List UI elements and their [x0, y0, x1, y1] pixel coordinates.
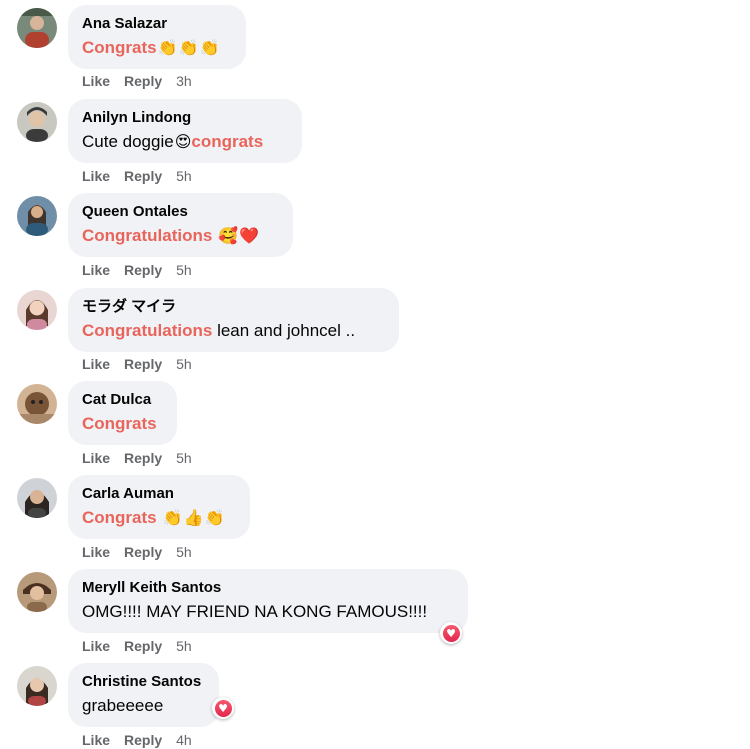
- smiling-face-with-hearts-icon: 🥰: [218, 225, 239, 245]
- clapping-hands-icon: 👏: [204, 507, 225, 527]
- clapping-hands-icon: 👏: [157, 37, 178, 57]
- like-button[interactable]: Like: [82, 449, 110, 467]
- comment-timestamp[interactable]: 5h: [176, 261, 192, 279]
- comment-actions: Like Reply 5h: [82, 543, 192, 561]
- reaction-badge[interactable]: ♥: [440, 622, 462, 644]
- comment-actions: Like Reply 5h: [82, 167, 192, 185]
- heart-icon: ♥: [214, 699, 232, 717]
- comment-bubble: Carla Auman Congrats 👏 👍 👏: [68, 475, 250, 539]
- clapping-hands-icon: 👏: [162, 507, 183, 527]
- reply-button[interactable]: Reply: [124, 637, 162, 655]
- clapping-hands-icon: 👏: [199, 37, 220, 57]
- like-button[interactable]: Like: [82, 167, 110, 185]
- comment-bubble: Anilyn Lindong Cute doggie 😍 congrats: [68, 99, 302, 163]
- comment-author[interactable]: Carla Auman: [82, 484, 236, 503]
- comment-timestamp[interactable]: 4h: [176, 731, 192, 749]
- comment-author[interactable]: Anilyn Lindong: [82, 108, 288, 127]
- comment-text: Congrats 👏 👏 👏: [82, 37, 220, 57]
- reply-button[interactable]: Reply: [124, 72, 162, 90]
- avatar[interactable]: [17, 102, 57, 142]
- comment-text: grabeeeee: [82, 696, 164, 715]
- comment-text: Congratulations lean and johncel ..: [82, 321, 356, 340]
- comment-text: Congratulations 🥰 ❤️: [82, 225, 260, 245]
- comment-text: Congrats 👏 👍 👏: [82, 507, 225, 527]
- comment-bubble: Queen Ontales Congratulations 🥰 ❤️: [68, 193, 293, 257]
- reply-button[interactable]: Reply: [124, 167, 162, 185]
- reply-button[interactable]: Reply: [124, 731, 162, 749]
- like-button[interactable]: Like: [82, 261, 110, 279]
- avatar[interactable]: [17, 384, 57, 424]
- comment-timestamp[interactable]: 5h: [176, 167, 192, 185]
- avatar[interactable]: [17, 572, 57, 612]
- comment-author[interactable]: Christine Santos: [82, 672, 205, 691]
- comment-author[interactable]: Ana Salazar: [82, 14, 232, 33]
- like-button[interactable]: Like: [82, 731, 110, 749]
- like-button[interactable]: Like: [82, 543, 110, 561]
- comment-author[interactable]: Meryll Keith Santos: [82, 578, 454, 597]
- avatar[interactable]: [17, 196, 57, 236]
- comment-actions: Like Reply 5h: [82, 637, 192, 655]
- avatar[interactable]: [17, 290, 57, 330]
- comment-timestamp[interactable]: 5h: [176, 543, 192, 561]
- reply-button[interactable]: Reply: [124, 543, 162, 561]
- avatar[interactable]: [17, 666, 57, 706]
- comment-timestamp[interactable]: 5h: [176, 449, 192, 467]
- comment-bubble: Ana Salazar Congrats 👏 👏 👏: [68, 5, 246, 69]
- comment-actions: Like Reply 5h: [82, 355, 192, 373]
- like-button[interactable]: Like: [82, 72, 110, 90]
- comment-author[interactable]: Cat Dulca: [82, 390, 163, 409]
- comment-actions: Like Reply 4h: [82, 731, 192, 749]
- comment-actions: Like Reply 3h: [82, 72, 192, 90]
- reply-button[interactable]: Reply: [124, 355, 162, 373]
- reply-button[interactable]: Reply: [124, 261, 162, 279]
- like-button[interactable]: Like: [82, 355, 110, 373]
- comment-actions: Like Reply 5h: [82, 261, 192, 279]
- comment-text: OMG!!!! MAY FRIEND NA KONG FAMOUS!!!!: [82, 602, 428, 621]
- heart-icon: ♥: [442, 624, 460, 642]
- comment-author[interactable]: モラダ マイラ: [82, 297, 385, 316]
- comment-text: Congrats: [82, 414, 157, 433]
- comment-timestamp[interactable]: 5h: [176, 355, 192, 373]
- avatar[interactable]: [17, 478, 57, 518]
- heart-eyes-icon: 😍: [174, 131, 192, 151]
- comment-actions: Like Reply 5h: [82, 449, 192, 467]
- reaction-badge[interactable]: ♥: [212, 697, 234, 719]
- comment-bubble: モラダ マイラ Congratulations lean and johncel…: [68, 288, 399, 352]
- comment-timestamp[interactable]: 5h: [176, 637, 192, 655]
- comment-author[interactable]: Queen Ontales: [82, 202, 279, 221]
- thumbs-up-icon: 👍: [183, 507, 204, 527]
- like-button[interactable]: Like: [82, 637, 110, 655]
- comment-text: Cute doggie 😍 congrats: [82, 131, 264, 151]
- comment-bubble: Cat Dulca Congrats: [68, 381, 177, 445]
- avatar[interactable]: [17, 8, 57, 48]
- red-heart-icon: ❤️: [239, 225, 260, 245]
- reply-button[interactable]: Reply: [124, 449, 162, 467]
- clapping-hands-icon: 👏: [178, 37, 199, 57]
- comment-timestamp[interactable]: 3h: [176, 72, 192, 90]
- comment-bubble: Meryll Keith Santos OMG!!!! MAY FRIEND N…: [68, 569, 468, 633]
- comment-bubble: Christine Santos grabeeeee: [68, 663, 219, 727]
